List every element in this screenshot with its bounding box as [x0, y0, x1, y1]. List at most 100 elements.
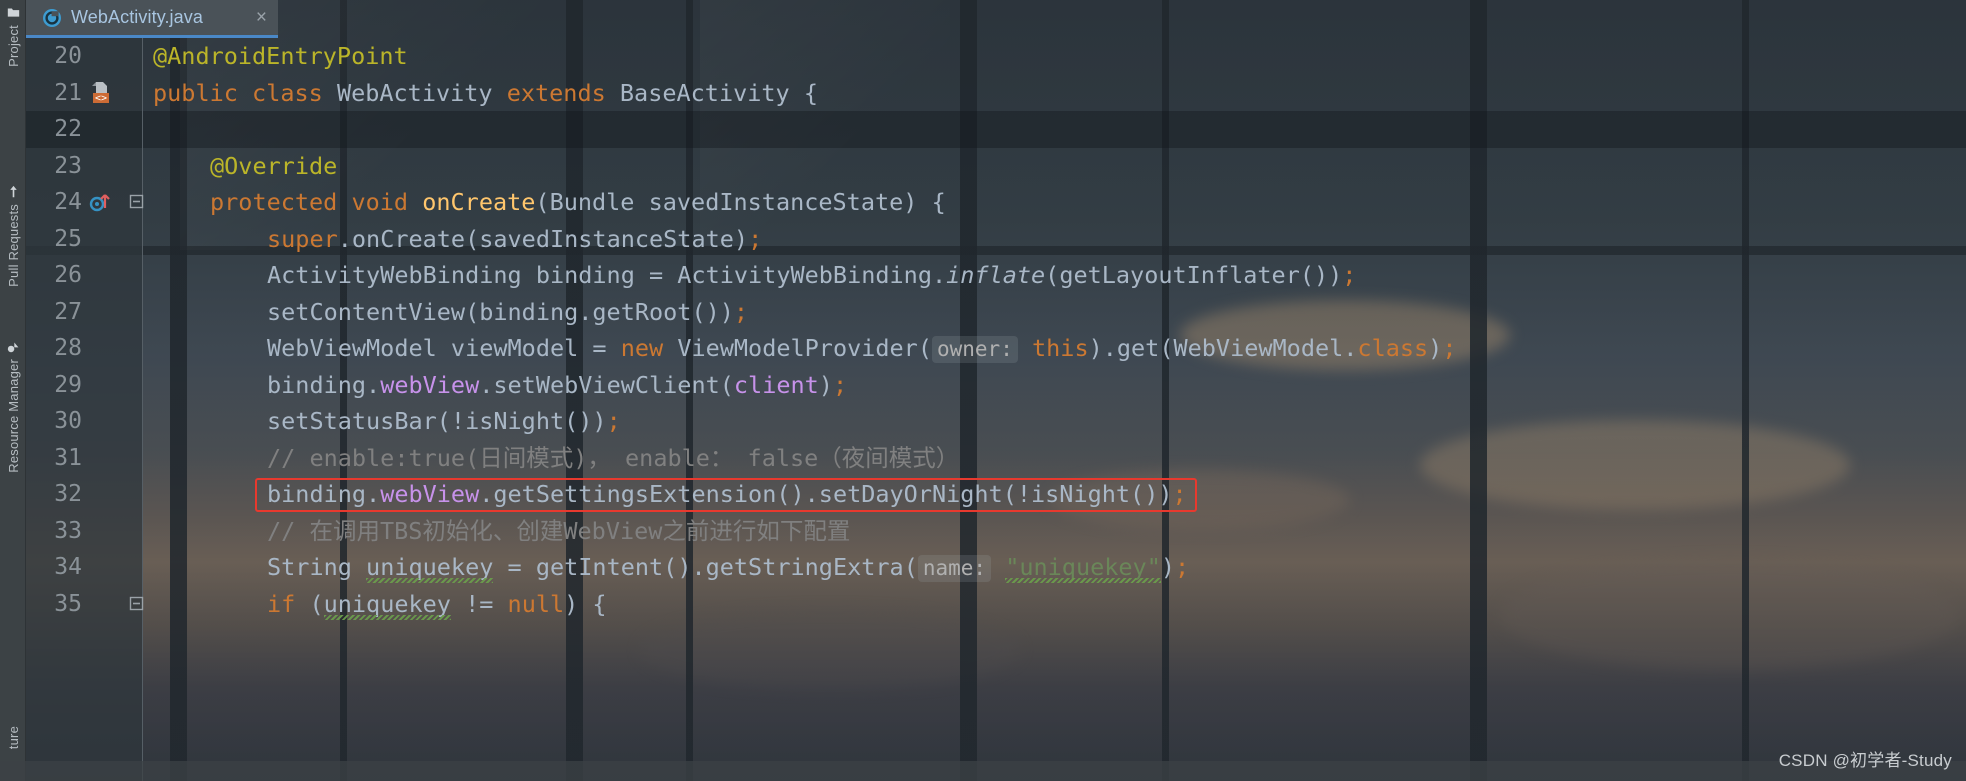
- line-number: 20: [54, 43, 82, 69]
- gutter-row[interactable]: 25: [26, 221, 142, 258]
- code-line[interactable]: String uniquekey = getIntent().getString…: [143, 549, 1966, 586]
- left-toolwindow-bar: Project Pull Requests Resource Manager t…: [0, 0, 26, 781]
- gutter-row[interactable]: 32: [26, 476, 142, 513]
- code-token: setContentView(binding.getRoot()): [267, 297, 734, 326]
- sidebar-item-label: Project: [5, 25, 21, 67]
- line-number: 28: [54, 335, 82, 361]
- tab-webactivity-java[interactable]: WebActivity.java ×: [26, 0, 278, 38]
- code-line-text: setContentView(binding.getRoot());: [267, 294, 748, 331]
- code-line[interactable]: public class WebActivity extends BaseAct…: [143, 75, 1966, 112]
- code-line[interactable]: // enable:true(日间模式)， enable： false（夜间模式…: [143, 440, 1966, 477]
- override-method-icon[interactable]: [88, 189, 114, 215]
- code-line[interactable]: WebViewModel viewModel = new ViewModelPr…: [143, 330, 1966, 367]
- fold-toggle[interactable]: [129, 194, 144, 209]
- code-line-text: public class WebActivity extends BaseAct…: [153, 75, 818, 112]
- code-token: public: [153, 78, 253, 107]
- gutter-row[interactable]: 33: [26, 513, 142, 550]
- code-token: client: [733, 370, 819, 399]
- close-icon[interactable]: ×: [246, 8, 267, 27]
- code-line-text: if (uniquekey != null) {: [267, 586, 607, 623]
- code-token: ActivityWebBinding binding = ActivityWeb…: [267, 261, 947, 289]
- code-line[interactable]: setStatusBar(!isNight());: [143, 403, 1966, 440]
- code-line[interactable]: // 在调用TBS初始化、创建WebView之前进行如下配置: [143, 513, 1966, 550]
- code-editor[interactable]: 20 21 <> 22 23 24 25 26 27 28 29 30 31 32 33 34 35 @Andr…: [26, 38, 1966, 781]
- gutter-row[interactable]: 30: [26, 403, 142, 440]
- gutter-row[interactable]: 22: [26, 111, 142, 148]
- gutter-row[interactable]: 29: [26, 367, 142, 404]
- code-line-text: String uniquekey = getIntent().getString…: [267, 549, 1189, 587]
- gutter-row[interactable]: 35: [26, 586, 144, 623]
- code-token: @Override: [210, 151, 338, 180]
- code-token: (Bundle savedInstanceState) {: [535, 188, 946, 216]
- line-number: 34: [54, 554, 82, 580]
- line-number: 24: [54, 189, 82, 215]
- gutter-row[interactable]: 34: [26, 549, 142, 586]
- code-token: = getIntent().getStringExtra(: [493, 553, 918, 581]
- code-token: onCreate: [422, 188, 536, 216]
- gutter-row[interactable]: 28: [26, 330, 142, 367]
- code-token: ;: [832, 370, 848, 399]
- code-line[interactable]: @Override: [143, 148, 1966, 185]
- code-line[interactable]: binding.webView.setWebViewClient(client)…: [143, 367, 1966, 404]
- code-line[interactable]: protected void onCreate(Bundle savedInst…: [143, 184, 1966, 221]
- code-token: ViewModelProvider(: [677, 334, 932, 362]
- line-number: 21: [54, 79, 82, 106]
- fold-toggle[interactable]: [129, 596, 144, 611]
- code-token: null: [507, 589, 565, 618]
- fold-collapse-icon[interactable]: [129, 596, 144, 611]
- code-line[interactable]: setContentView(binding.getRoot());: [143, 294, 1966, 331]
- layout-xml-icon-wrap[interactable]: <>: [88, 80, 114, 110]
- code-line-text: ActivityWebBinding binding = ActivityWeb…: [267, 257, 1356, 294]
- code-line[interactable]: ActivityWebBinding binding = ActivityWeb…: [143, 257, 1966, 294]
- gutter-row[interactable]: 20: [26, 38, 142, 75]
- code-content[interactable]: @AndroidEntryPoint public class WebActivi…: [143, 38, 1966, 781]
- sidebar-item-structure[interactable]: ture: [0, 726, 26, 749]
- code-line-text: binding.webView.getSettingsExtension().s…: [267, 476, 1187, 513]
- ide-window: Project Pull Requests Resource Manager t…: [0, 0, 1966, 781]
- code-line[interactable]: [143, 111, 1966, 148]
- code-line-text: @AndroidEntryPoint: [153, 38, 408, 75]
- code-token: .onCreate(savedInstanceState): [337, 224, 749, 253]
- code-line[interactable]: @AndroidEntryPoint: [143, 38, 1966, 75]
- code-token: ): [1428, 334, 1443, 362]
- code-token: ;: [748, 224, 763, 253]
- code-line[interactable]: if (uniquekey != null) {: [143, 586, 1966, 623]
- gutter-row[interactable]: 27: [26, 294, 142, 331]
- gutter-row[interactable]: 31: [26, 440, 142, 477]
- code-token: (: [309, 589, 324, 618]
- override-method-icon-wrap[interactable]: [88, 189, 114, 219]
- sidebar-item-label: Pull Requests: [5, 204, 21, 287]
- code-line-text: WebViewModel viewModel = new ViewModelPr…: [267, 330, 1456, 368]
- svg-text:<>: <>: [95, 93, 107, 104]
- code-token: .setWebViewClient(: [479, 370, 734, 399]
- code-token: ;: [1175, 553, 1190, 581]
- fold-collapse-icon[interactable]: [129, 194, 144, 209]
- code-token: ): [1160, 553, 1176, 581]
- gutter-row[interactable]: 21 <>: [26, 75, 142, 112]
- editor-gutter[interactable]: 20 21 <> 22 23 24 25 26 27 28 29 30 31 32 33 34 35: [26, 38, 144, 781]
- code-token: // 在调用TBS初始化、创建WebView之前进行如下配置: [267, 516, 851, 545]
- code-token: this: [1032, 334, 1089, 362]
- code-line-text: // enable:true(日间模式)， enable： false（夜间模式…: [267, 440, 959, 477]
- sidebar-item-pull-requests[interactable]: Pull Requests: [0, 185, 26, 287]
- code-token: ) {: [564, 589, 607, 618]
- watermark: CSDN @初学者-Study: [1778, 751, 1952, 770]
- layout-xml-icon[interactable]: <>: [88, 80, 114, 106]
- code-token: @AndroidEntryPoint: [153, 42, 408, 70]
- code-line[interactable]: binding.webView.getSettingsExtension().s…: [143, 476, 1966, 513]
- code-token: webView: [380, 370, 480, 399]
- code-token: protected: [210, 188, 352, 216]
- code-line-text: // 在调用TBS初始化、创建WebView之前进行如下配置: [267, 513, 850, 550]
- code-line[interactable]: super.onCreate(savedInstanceState);: [143, 221, 1966, 258]
- code-line-text: super.onCreate(savedInstanceState);: [267, 221, 762, 258]
- sidebar-item-project[interactable]: Project: [0, 6, 26, 67]
- gutter-row[interactable]: 26: [26, 257, 142, 294]
- code-token: uniquekey: [323, 589, 451, 618]
- gutter-row[interactable]: 24: [26, 184, 144, 221]
- line-number: 26: [54, 262, 82, 288]
- code-line-text: binding.webView.setWebViewClient(client)…: [267, 367, 847, 404]
- sidebar-item-resource-manager[interactable]: Resource Manager: [0, 340, 26, 473]
- gutter-row[interactable]: 23: [26, 148, 142, 185]
